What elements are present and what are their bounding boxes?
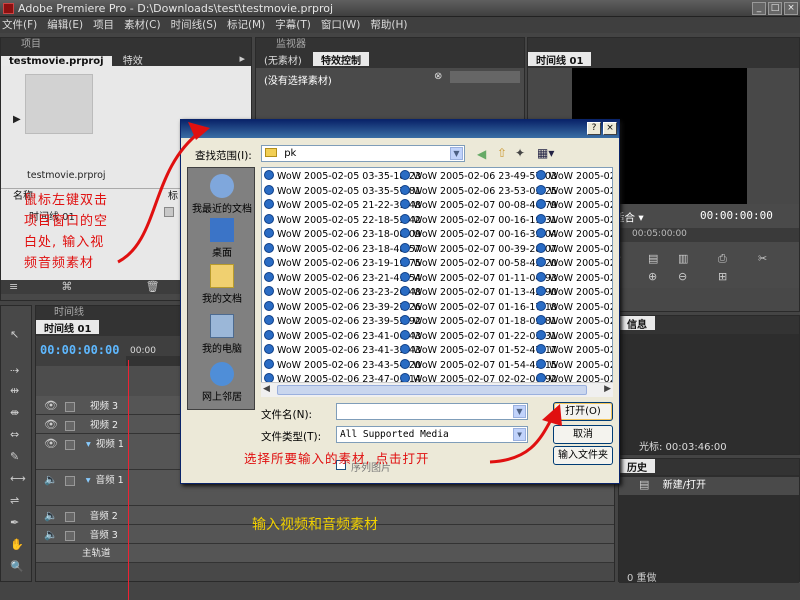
arrow-to-dialog — [117, 130, 201, 264]
arrow-head-icon — [188, 122, 210, 140]
annotation-arrows — [117, 122, 562, 464]
arrow-to-open — [489, 417, 554, 464]
premiere-window: Adobe Premiere Pro - D:\Downloads\test\t… — [0, 0, 800, 600]
arrow-head-icon — [542, 404, 562, 426]
